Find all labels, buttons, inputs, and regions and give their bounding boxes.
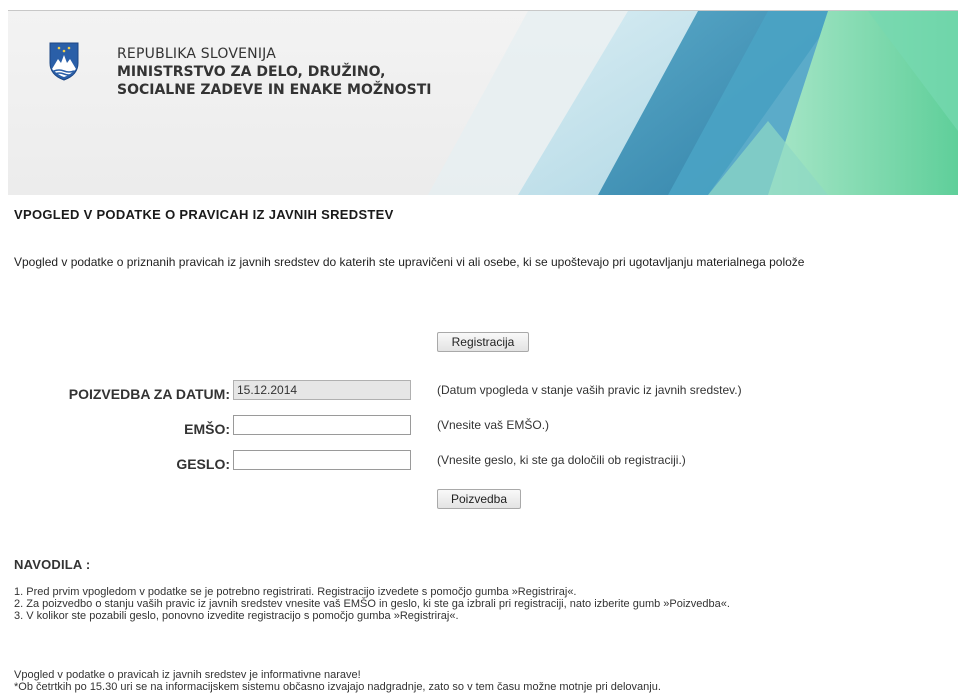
slovenia-crest-icon — [49, 42, 79, 81]
instruction-item: 3. V kolikor ste pozabili geslo, ponovno… — [14, 610, 459, 622]
date-label: POIZVEDBA ZA DATUM: — [68, 386, 230, 402]
ministry-name-line2: SOCIALNE ZADEVE IN ENAKE MOŽNOSTI — [117, 82, 432, 98]
footer-notes: Vpogled v podatke o pravicah iz javnih s… — [14, 669, 661, 693]
password-label: GESLO: — [176, 456, 230, 472]
instructions-list: 1. Pred prvim vpogledom v podatke se je … — [14, 586, 730, 622]
instructions-title: NAVODILA : — [14, 557, 91, 572]
password-hint: (Vnesite geslo, ki ste ga določili ob re… — [437, 453, 686, 467]
instruction-item: 1. Pred prvim vpogledom v podatke se je … — [14, 586, 577, 598]
page-title: VPOGLED V PODATKE O PRAVICAH IZ JAVNIH S… — [14, 207, 394, 222]
date-field[interactable] — [233, 380, 411, 400]
emso-label: EMŠO: — [184, 421, 230, 437]
emso-field[interactable] — [233, 415, 411, 435]
password-field[interactable] — [233, 450, 411, 470]
footer-disclaimer: Vpogled v podatke o pravicah iz javnih s… — [14, 669, 361, 681]
emso-hint: (Vnesite vaš EMŠO.) — [437, 418, 550, 432]
banner-graphic — [8, 11, 958, 195]
date-hint: (Datum vpogleda v stanje vaših pravic iz… — [437, 383, 742, 397]
query-button[interactable]: Poizvedba — [437, 489, 521, 509]
footer-maintenance-note: *Ob četrtkih po 15.30 uri se na informac… — [14, 681, 661, 693]
intro-text: Vpogled v podatke o priznanih pravicah i… — [14, 255, 805, 269]
instruction-item: 2. Za poizvedbo o stanju vaših pravic iz… — [14, 598, 730, 610]
ministry-name-line1: MINISTRSTVO ZA DELO, DRUŽINO, — [117, 64, 386, 80]
register-button[interactable]: Registracija — [437, 332, 529, 352]
ministry-name: REPUBLIKA SLOVENIJA MINISTRSTVO ZA DELO,… — [117, 45, 431, 99]
header-banner: REPUBLIKA SLOVENIJA MINISTRSTVO ZA DELO,… — [8, 11, 958, 195]
country-name: REPUBLIKA SLOVENIJA — [117, 46, 277, 62]
